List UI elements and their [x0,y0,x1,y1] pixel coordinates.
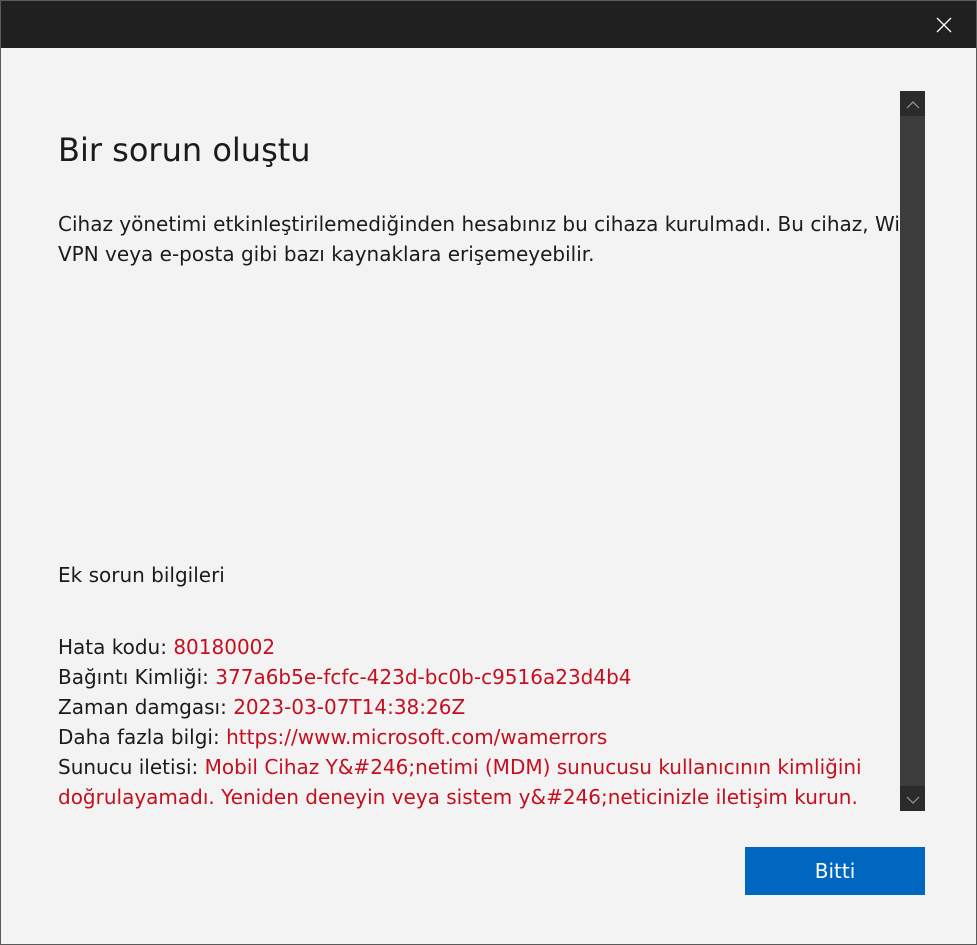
done-button[interactable]: Bitti [745,847,925,895]
error-code-label: Hata kodu: [58,635,167,659]
timestamp-label: Zaman damgası: [58,695,227,719]
more-info-label: Daha fazla bilgi: [58,725,220,749]
correlation-id-label: Bağıntı Kimliği: [58,665,209,689]
scroll-up-button[interactable] [900,91,925,116]
more-info-link[interactable]: https://www.microsoft.com/wamerrors [226,725,607,749]
chevron-down-icon [906,789,920,808]
server-message-label: Sunucu iletisi: [58,755,199,779]
scrollbar-thumb[interactable] [900,116,925,786]
server-message-row: Sunucu iletisi: Mobil Cihaz Y&#246;netim… [58,752,900,812]
error-dialog-window: Bir sorun oluştu Cihaz yönetimi etkinleş… [0,0,977,945]
correlation-id-row: Bağıntı Kimliği: 377a6b5e-fcfc-423d-bc0b… [58,662,900,692]
close-icon [936,17,952,33]
dialog-title: Bir sorun oluştu [58,131,311,169]
more-info-row: Daha fazla bilgi: https://www.microsoft.… [58,722,900,752]
title-bar [1,1,976,48]
additional-info-heading: Ek sorun bilgileri [58,563,225,587]
close-button[interactable] [910,1,976,48]
chevron-up-icon [906,94,920,113]
correlation-id-value: 377a6b5e-fcfc-423d-bc0b-c9516a23d4b4 [215,665,632,689]
error-code-row: Hata kodu: 80180002 [58,632,900,662]
dialog-content: Bir sorun oluştu Cihaz yönetimi etkinleş… [58,91,900,813]
error-code-value: 80180002 [173,635,276,659]
dialog-description: Cihaz yönetimi etkinleştirilemediğinden … [58,212,900,266]
timestamp-value: 2023-03-07T14:38:26Z [233,695,466,719]
timestamp-row: Zaman damgası: 2023-03-07T14:38:26Z [58,692,900,722]
vertical-scrollbar[interactable] [900,91,925,811]
scroll-down-button[interactable] [900,786,925,811]
error-details: Hata kodu: 80180002 Bağıntı Kimliği: 377… [58,632,900,812]
